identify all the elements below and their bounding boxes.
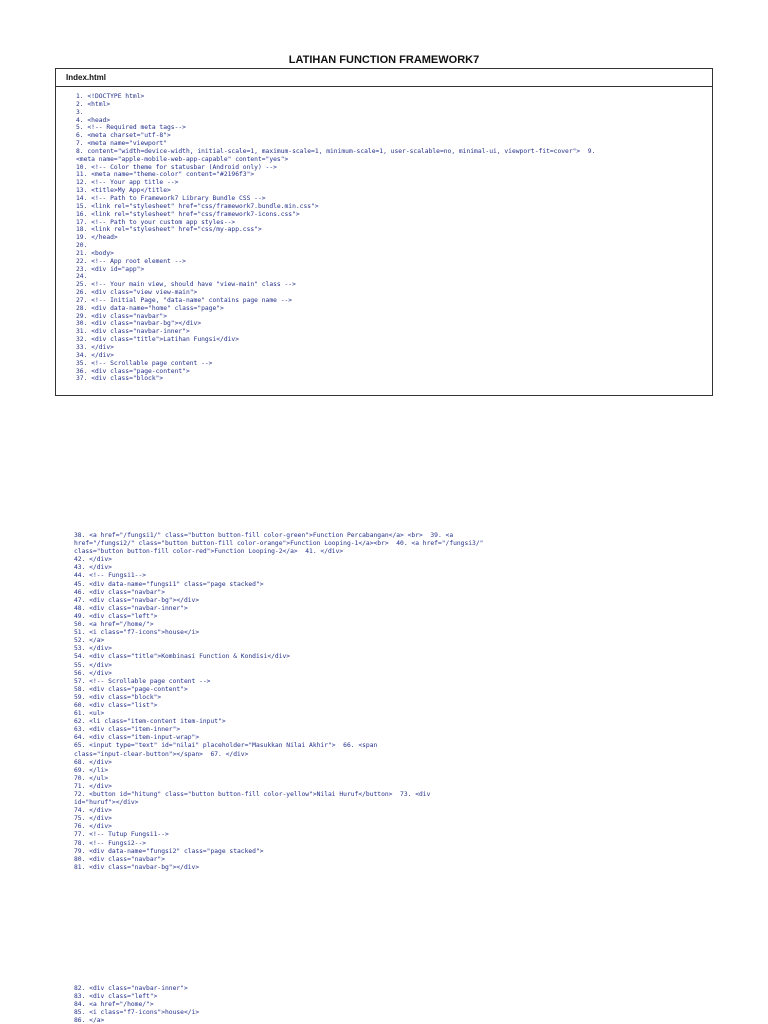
code-line: 31. <div class="navbar-inner"> [76,328,190,336]
code-block-2: 38. <a href="/fungsi1/" class="button bu… [74,532,483,872]
code-line: id="huruf"></div> [74,799,139,807]
code-line: 43. </div> [74,564,112,572]
code-line: 80. <div class="navbar"> [74,855,165,863]
code-line: 12. <!-- Your app title --> [76,179,179,187]
code-line: 72. <button id="hitung" class="button bu… [74,791,431,798]
code-box: Index.html 1. <!DOCTYPE html> 2. <html> 3.… [55,68,713,396]
file-name: Index.html [66,73,107,82]
code-line: 55. </div> [74,661,112,669]
code-line: 76. </div> [74,823,112,831]
code-line: href="/fungsi2/" class="button button-fi… [74,540,484,548]
code-line: 69. </li> [74,766,109,774]
code-line: 81. <div class="navbar-bg"></div> [74,863,200,871]
code-line: 6. <meta charset="utf-8"> [76,132,171,140]
code-line: 14. <!-- Path to Framework7 Library Bund… [76,194,266,202]
code-line: 13. <title>My App</title> [76,187,171,195]
code-line: 8. content="width=device-width, initial-… [76,147,596,155]
code-line: 61. <ul> [74,710,105,718]
code-line: 79. <div data-name="fungsi2" class="page… [74,847,264,855]
code-line: 26. <div class="view view-main"> [76,289,198,297]
code-line: 21. <body> [76,249,114,257]
code-line: 63. <div class="item-inner"> [74,726,181,734]
code-line: 1. <!DOCTYPE html> [76,93,145,100]
code-line: <meta name="apple-mobile-web-app-capable… [76,155,289,163]
code-line: 36. <div class="page-content"> [76,367,190,375]
code-line: 18. <link rel="stylesheet" href="css/my-… [76,226,262,234]
code-line: 84. <a href="/home/"> [74,1000,154,1008]
code-line: 45. <div data-name="fungsi1" class="page… [74,580,264,588]
code-line: 32. <div class="title">Latihan Fungsi</d… [76,336,240,344]
code-line: 3. [76,108,84,116]
code-line: 77. <!-- Tutup Fungsi1--> [74,831,169,839]
code-line: 64. <div class="item-input-wrap"> [74,734,200,742]
code-line: 30. <div class="navbar-bg"></div> [76,320,202,328]
code-line: 10. <!-- Color theme for statusbar (Andr… [76,163,277,171]
code-line: 47. <div class="navbar-bg"></div> [74,596,200,604]
code-line: 49. <div class="left"> [74,612,158,620]
code-line: 60. <div class="list"> [74,701,158,709]
code-line: 48. <div class="navbar-inner"> [74,604,188,612]
code-line: 86. </a> [74,1016,105,1024]
code-line: 29. <div class="navbar"> [76,312,167,320]
code-line: class="input-clear-button"></span> 67. <… [74,750,249,758]
code-line: 58. <div class="page-content"> [74,685,188,693]
code-line: 52. </a> [74,637,105,645]
document-title: LATIHAN FUNCTION FRAMEWORK7 [288,54,480,66]
code-line: 51. <i class="f7-icons">house</i> [74,629,200,637]
code-line: 56. </div> [74,669,112,677]
code-line: 5. <!-- Required meta tags--> [76,124,186,132]
code-line: 82. <div class="navbar-inner"> [74,985,188,992]
code-line: 34. </div> [76,351,114,359]
code-line: 38. <a href="/fungsi1/" class="button bu… [74,532,454,539]
code-block-3: 82. <div class="navbar-inner"> 83. <div c… [74,985,199,1024]
code-line: 23. <div id="app"> [76,265,145,273]
code-line: 65. <input type="text" id="nilai" placeh… [74,742,378,750]
code-line: 25. <!-- Your main view, should have "vi… [76,281,296,289]
code-line: 27. <!-- Initial Page, "data-name" conta… [76,296,293,304]
code-line: 54. <div class="title">Kombinasi Functio… [74,653,291,661]
divider [56,86,712,87]
code-line: 78. <!-- Fungsi2--> [74,839,147,847]
code-line: 24. [76,273,88,281]
code-line: 59. <div class="block"> [74,693,162,701]
code-line: 17. <!-- Path to your custom app styles-… [76,218,236,226]
code-line: 33. </div> [76,344,114,351]
code-line: 7. <meta name="viewport" [76,140,167,148]
code-line: 74. </div> [74,807,112,815]
code-line: 11. <meta name="theme-color" content="#2… [76,171,255,179]
code-line: 46. <div class="navbar"> [74,588,165,596]
code-line: 71. </div> [74,782,112,790]
code-line: 37. <div class="block"> [76,375,164,383]
code-line: 75. </div> [74,815,112,823]
code-line: 62. <li class="item-content item-input"> [74,718,226,726]
code-line: 68. </div> [74,758,112,766]
code-line: 2. <html> [76,100,111,108]
code-line: 22. <!-- App root element --> [76,257,186,265]
code-line: 35. <!-- Scrollable page content --> [76,359,213,367]
code-line: 28. <div data-name="home" class="page"> [76,304,224,312]
code-line: 19. </head> [76,234,118,242]
code-line: 70. </ul> [74,774,109,782]
code-line: 15. <link rel="stylesheet" href="css/fra… [76,202,319,210]
code-line: 16. <link rel="stylesheet" href="css/fra… [76,210,300,218]
code-line: 20. [76,242,88,250]
code-block-1: 1. <!DOCTYPE html> 2. <html> 3. 4. <head> 5.… [76,93,595,383]
code-line: 83. <div class="left"> [74,992,158,1000]
code-line: 85. <i class="f7-icons">house</i> [74,1008,200,1016]
code-line: 53. </div> [74,645,112,653]
code-line: class="button button-fill color-red">Fun… [74,548,344,556]
code-line: 42. </div> [74,556,112,564]
code-line: 4. <head> [76,116,111,124]
code-line: 44. <!-- Fungsi1--> [74,572,147,580]
code-line: 57. <!-- Scrollable page content --> [74,677,211,685]
code-line: 50. <a href="/home/"> [74,621,154,629]
